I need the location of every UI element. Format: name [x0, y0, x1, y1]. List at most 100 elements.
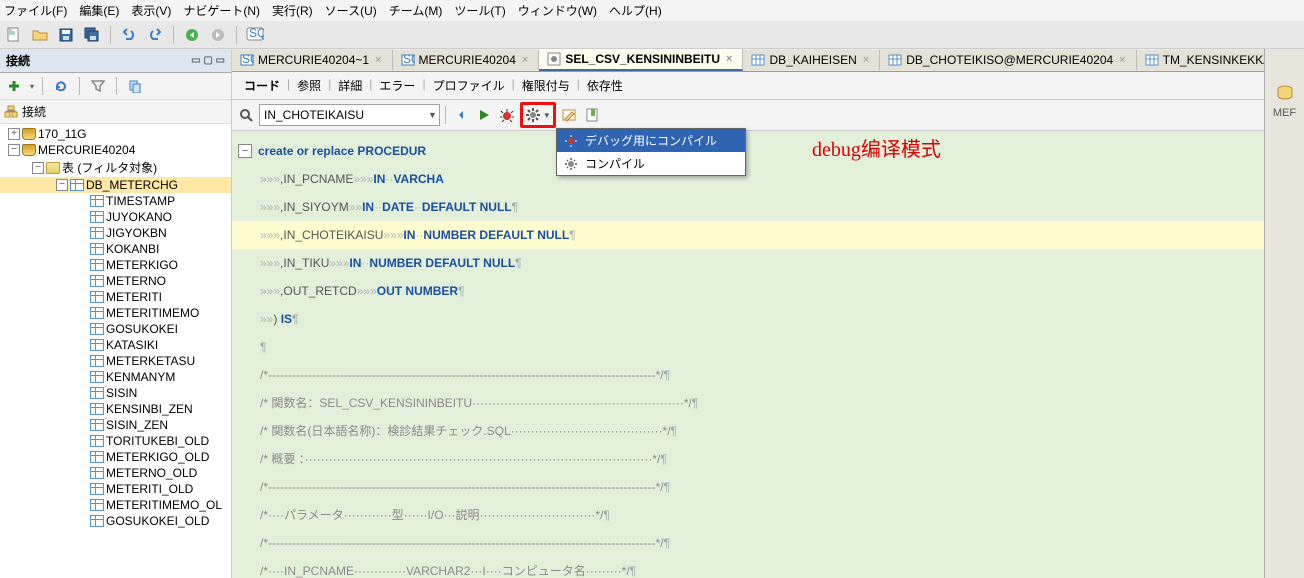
- editor-tab[interactable]: TM_KENSINKEKKA_CHECK×: [1137, 50, 1264, 70]
- tree-leaf[interactable]: METERKIGO_OLD: [0, 449, 231, 465]
- edit-icon[interactable]: [559, 105, 579, 125]
- sql-icon[interactable]: SQL: [245, 25, 265, 45]
- panel-controls[interactable]: ▭ ▢ ▭: [191, 55, 225, 66]
- tree-leaf[interactable]: TORITUKEBI_OLD: [0, 433, 231, 449]
- menu-window[interactable]: ウィンドウ(W): [518, 2, 597, 19]
- forward-icon[interactable]: [208, 25, 228, 45]
- debug-icon[interactable]: [497, 105, 517, 125]
- tree-leaf[interactable]: KENMANYM: [0, 369, 231, 385]
- close-icon[interactable]: ×: [861, 54, 871, 66]
- search-input[interactable]: [264, 108, 424, 122]
- menu-team[interactable]: チーム(M): [389, 2, 443, 19]
- tree-leaf[interactable]: METERITIMEMO_OL: [0, 497, 231, 513]
- tree-node-db-meterchg[interactable]: −DB_METERCHG: [0, 177, 231, 193]
- tree-leaf[interactable]: METERNO: [0, 273, 231, 289]
- tree-leaf[interactable]: METERITI_OLD: [0, 481, 231, 497]
- annotation-text: debug编译模式: [812, 133, 941, 162]
- menu-tools[interactable]: ツール(T): [454, 2, 505, 19]
- menu-view[interactable]: 表示(V): [131, 2, 171, 19]
- editor-tab[interactable]: SEL_CSV_KENSININBEITU×: [539, 49, 743, 71]
- db-icon[interactable]: [1276, 85, 1294, 101]
- subtab[interactable]: プロファイル: [427, 75, 511, 96]
- tree-leaf[interactable]: SISIN_ZEN: [0, 417, 231, 433]
- menu-file[interactable]: ファイル(F): [4, 2, 67, 19]
- tree-leaf[interactable]: KOKANBI: [0, 241, 231, 257]
- open-folder-icon[interactable]: [30, 25, 50, 45]
- editor-tab[interactable]: DB_CHOTEIKISO@MERCURIE40204×: [880, 50, 1136, 70]
- tree-leaf[interactable]: SISIN: [0, 385, 231, 401]
- find-icon[interactable]: [236, 105, 256, 125]
- menu-help[interactable]: ヘルプ(H): [609, 2, 662, 19]
- close-icon[interactable]: ×: [373, 54, 383, 66]
- tree-leaf[interactable]: METERKETASU: [0, 353, 231, 369]
- back-icon[interactable]: [182, 25, 202, 45]
- tree-leaf[interactable]: METERITIMEMO: [0, 305, 231, 321]
- close-icon[interactable]: ×: [724, 53, 734, 65]
- search-combo[interactable]: ▼: [259, 104, 440, 126]
- menu-edit[interactable]: 編集(E): [79, 2, 119, 19]
- tree-leaf[interactable]: METERKIGO: [0, 257, 231, 273]
- menu-navigate[interactable]: ナビゲート(N): [183, 2, 260, 19]
- menu-item-compile-debug[interactable]: デバッグ用にコンパイル: [557, 129, 745, 152]
- save-all-icon[interactable]: [82, 25, 102, 45]
- menu-source[interactable]: ソース(U): [325, 2, 377, 19]
- close-icon[interactable]: ×: [1117, 54, 1127, 66]
- editor-area: SQLMERCURIE40204~1×SQLMERCURIE40204×SEL_…: [232, 49, 1264, 578]
- filter-icon[interactable]: [88, 76, 108, 96]
- prev-icon[interactable]: [451, 105, 471, 125]
- right-gutter: MEF: [1264, 49, 1304, 578]
- bookmark-icon[interactable]: [582, 105, 602, 125]
- compile-split-button[interactable]: ▼: [520, 102, 556, 128]
- compile-dropdown: デバッグ用にコンパイル コンパイル: [556, 128, 746, 176]
- run-icon[interactable]: [474, 105, 494, 125]
- editor-tabs: SQLMERCURIE40204~1×SQLMERCURIE40204×SEL_…: [232, 49, 1264, 72]
- svg-text:SQL: SQL: [403, 53, 415, 66]
- tree-leaf[interactable]: GOSUKOKEI_OLD: [0, 513, 231, 529]
- tree-leaf[interactable]: METERITI: [0, 289, 231, 305]
- tree-leaf[interactable]: METERNO_OLD: [0, 465, 231, 481]
- gear-icon[interactable]: [525, 107, 541, 123]
- menu-run[interactable]: 実行(R): [272, 2, 313, 19]
- subtab[interactable]: 詳細: [332, 75, 368, 96]
- tree-node-170-11g[interactable]: +170_11G: [0, 126, 231, 142]
- close-icon[interactable]: ×: [520, 54, 530, 66]
- new-file-icon[interactable]: [4, 25, 24, 45]
- menu-bar: ファイル(F) 編集(E) 表示(V) ナビゲート(N) 実行(R) ソース(U…: [0, 0, 1304, 21]
- editor-tab[interactable]: SQLMERCURIE40204~1×: [232, 50, 393, 70]
- connection-tree[interactable]: +170_11G −MERCURIE40204 −表 (フィルタ対象) −DB_…: [0, 124, 231, 578]
- code-editor[interactable]: −create or replace PROCEDURBEITU(¶ »»»,I…: [232, 131, 1264, 578]
- save-icon[interactable]: [56, 25, 76, 45]
- tree-leaf[interactable]: TIMESTAMP: [0, 193, 231, 209]
- tree-leaf[interactable]: GOSUKOKEI: [0, 321, 231, 337]
- tree-leaf[interactable]: KENSINBI_ZEN: [0, 401, 231, 417]
- tab-icon: [888, 53, 902, 67]
- undo-icon[interactable]: [119, 25, 139, 45]
- tree-leaf[interactable]: KATASIKI: [0, 337, 231, 353]
- sidebar-title: 接続 ▭ ▢ ▭: [0, 49, 231, 73]
- copy-icon[interactable]: [125, 76, 145, 96]
- tree-leaf[interactable]: JIGYOKBN: [0, 225, 231, 241]
- editor-tab[interactable]: DB_KAIHEISEN×: [743, 50, 880, 70]
- tab-icon: [751, 53, 765, 67]
- chevron-down-icon[interactable]: ▼: [428, 110, 437, 120]
- editor-tab[interactable]: SQLMERCURIE40204×: [393, 50, 540, 70]
- sidebar-toolbar: ▾: [0, 73, 231, 100]
- subtab[interactable]: エラー: [373, 75, 421, 96]
- svg-text:SQL: SQL: [249, 27, 264, 40]
- subtab[interactable]: 参照: [291, 75, 327, 96]
- subtab[interactable]: 権限付与: [516, 75, 576, 96]
- tree-node-tables[interactable]: −表 (フィルタ対象): [0, 158, 231, 177]
- tab-icon: [547, 52, 561, 66]
- main-toolbar: SQL: [0, 21, 1304, 49]
- redo-icon[interactable]: [145, 25, 165, 45]
- tab-icon: [1145, 53, 1159, 67]
- add-connection-icon[interactable]: [4, 76, 24, 96]
- refresh-icon[interactable]: [51, 76, 71, 96]
- object-subtabs: コード|参照|詳細|エラー|プロファイル|権限付与|依存性: [232, 72, 1264, 100]
- menu-item-compile[interactable]: コンパイル: [557, 152, 745, 175]
- tree-leaf[interactable]: JUYOKANO: [0, 209, 231, 225]
- tree-node-mercurie[interactable]: −MERCURIE40204: [0, 142, 231, 158]
- connections-icon: [4, 105, 18, 119]
- subtab[interactable]: コード: [238, 75, 286, 96]
- subtab[interactable]: 依存性: [581, 75, 629, 96]
